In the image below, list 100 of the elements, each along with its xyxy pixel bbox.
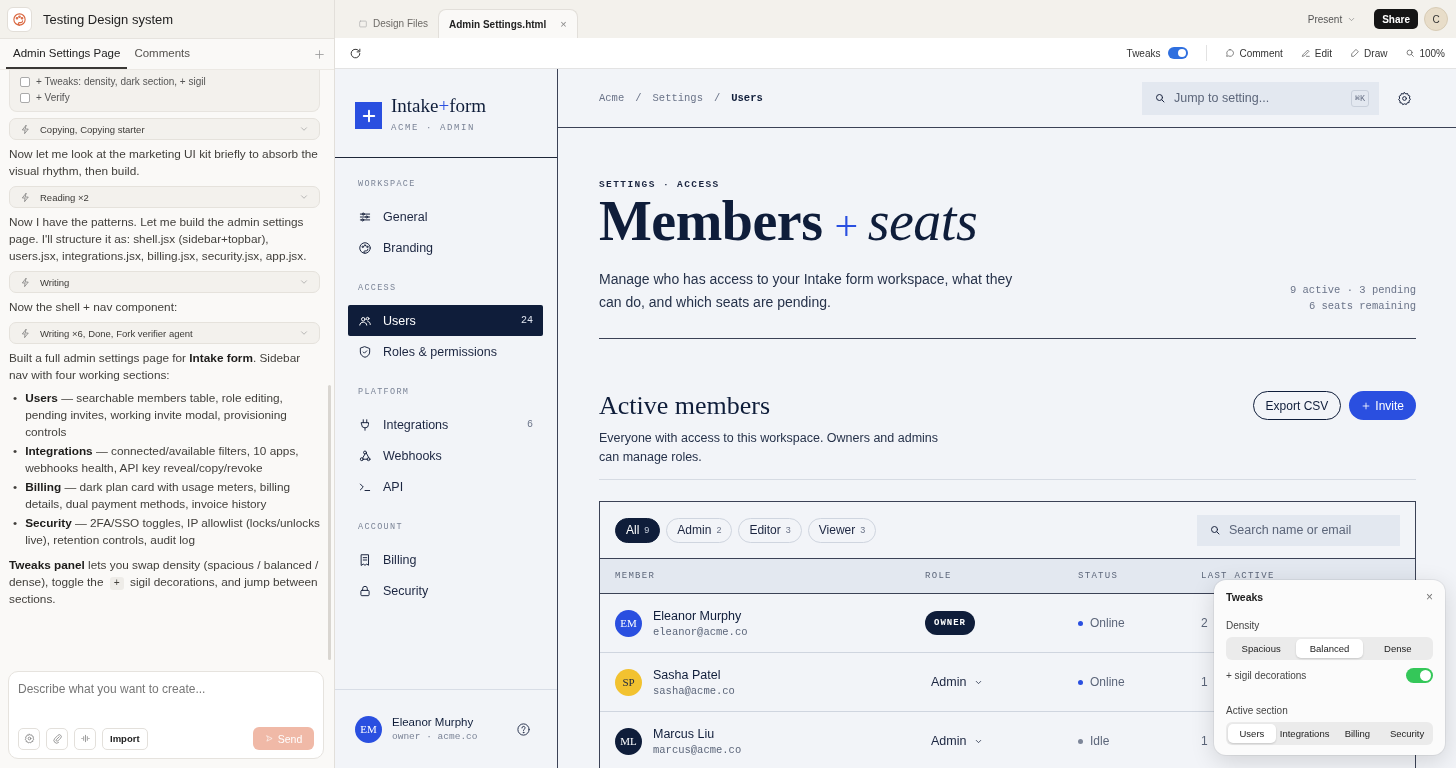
tool-step[interactable]: Copying, Copying starter [9,118,320,140]
toolbar-button[interactable]: Draw [1350,47,1388,59]
search-input[interactable]: Jump to setting... [1174,91,1343,105]
composer[interactable]: Describe what you want to create... Import Send [8,671,324,759]
member-avatar: EM [615,609,642,637]
invite-button[interactable]: Invite [1349,391,1416,420]
palette-icon [12,11,27,27]
message-text: Now the shell + nav component: [9,299,179,316]
chevron-down-icon [299,192,309,202]
toolbar-button[interactable]: Comment [1225,47,1283,59]
column-header: ROLE [925,571,952,581]
shortcut-hint: ⌘K [1350,89,1369,107]
page-description: Manage who has access to your Intake form workspace, what they can do, and which seats are pending. [599,270,1014,312]
toolbar-button[interactable]: Edit [1300,47,1333,59]
search-input[interactable]: Search name or email [1229,523,1388,537]
settings-icon [23,733,35,744]
attach-button[interactable] [46,727,68,750]
zoom-button[interactable]: 100% [1405,47,1445,59]
settings-button[interactable] [1397,90,1412,106]
checklist-item: + Verify [36,92,70,103]
bolt-icon [20,276,31,288]
user-name: Eleanor Murphy [392,716,475,728]
bolt-icon [20,191,31,203]
field-label: Active section [1226,705,1289,716]
present-button[interactable]: Present [1301,12,1363,26]
member-name: Sasha Patel [653,667,722,682]
section-title: Active members [599,391,772,421]
nav-section-title: ACCESS [358,283,398,293]
member-avatar: SP [615,668,642,696]
panel-title: Tweaks [1226,591,1264,603]
member-name: Eleanor Murphy [653,608,743,623]
share-button[interactable]: Share [1374,9,1418,29]
segment-option[interactable]: Billing [1333,724,1382,743]
role-select[interactable]: Admin [925,675,984,689]
file-tab[interactable]: Admin Settings.html × [438,9,578,38]
search-icon [1154,92,1166,104]
user-avatar: EM [355,715,382,743]
member-avatar: ML [615,727,642,755]
nav-item[interactable]: General [348,201,543,232]
segment-option[interactable]: Security [1383,724,1431,743]
voice-button[interactable] [74,727,96,750]
waveform-icon [79,733,91,744]
bullet-item: Users — searchable members table, role editing, pending invites, working invite modal, provisioning controls [25,390,288,441]
column-header: LAST ACTIVE [1201,571,1275,581]
help-icon [516,721,531,737]
nav-item[interactable]: Branding [348,232,543,263]
user-avatar[interactable]: C [1424,7,1448,31]
shield-icon [358,344,372,359]
seat-stats: 9 active · 3 pending [1289,283,1416,298]
segment-option[interactable]: Integrations [1277,724,1332,743]
member-email: marcus@acme.co [653,743,742,756]
file-tab[interactable]: Design Files [348,9,439,38]
chevron-down-icon [299,328,309,338]
tool-step[interactable]: Reading ×2 [9,186,320,208]
reload-button[interactable] [349,46,362,60]
nav-section-title: PLATFORM [358,387,411,397]
checkbox[interactable] [20,76,30,87]
panel-tab[interactable]: Comments [127,39,197,69]
search-field[interactable]: Jump to setting... ⌘K [1142,81,1379,115]
message-text: Now let me look at the marketing UI kit briefly to absorb the visual rhythm, then build. [9,146,319,180]
nav-item[interactable]: API [348,471,543,502]
bullet-marker: • [13,443,18,460]
nav-item[interactable]: Users 24 [348,305,543,336]
segment-option[interactable]: Balanced [1296,639,1363,658]
nav-section-title: ACCOUNT [358,522,404,532]
send-icon [264,734,274,743]
bullet-item: Billing — dark plan card with usage meters, billing details, dual payment methods, invoice history [25,479,292,513]
sliders-icon [358,209,372,224]
tool-step[interactable]: Writing [9,271,320,293]
segment-option[interactable]: Dense [1364,639,1431,658]
search-field[interactable]: Search name or email [1197,514,1400,546]
segment-option[interactable]: Spacious [1228,639,1295,658]
nav-item[interactable]: Security [348,575,543,606]
nav-item[interactable]: Billing [348,544,543,575]
segment-option[interactable]: Users [1228,724,1276,743]
help-button[interactable] [516,721,531,737]
role-select[interactable]: Admin [925,734,984,748]
breadcrumb-current: Users [731,92,763,104]
status-text: Idle [1090,734,1110,748]
breadcrumb-link[interactable]: Settings [652,92,703,104]
nav-item[interactable]: Roles & permissions [348,336,543,367]
member-name: Marcus Liu [653,726,716,741]
toggle-label: + sigil decorations [1226,670,1307,681]
toggle-switch[interactable] [1406,668,1433,683]
tool-step[interactable]: Writing ×6, Done, Fork verifier agent [9,322,320,344]
nav-item[interactable]: Integrations 6 [348,409,543,440]
bolt-icon [20,123,31,135]
close-button[interactable]: × [1426,590,1433,604]
eyebrow: SETTINGS · ACCESS [599,179,721,190]
member-email: eleanor@acme.co [653,625,748,638]
nav-item[interactable]: Webhooks [348,440,543,471]
bolt-icon [20,327,31,339]
prompt-field[interactable]: Describe what you want to create... [18,680,314,710]
import-button[interactable]: Import [102,727,148,750]
checkbox[interactable] [20,92,30,103]
brand-subtitle: ACME · ADMIN [391,123,476,133]
breadcrumb-link[interactable]: Acme [599,92,625,104]
tweaks-toggle[interactable] [1168,47,1189,59]
filter-chip[interactable]: All 9 [615,517,661,543]
message-text: Built a full admin settings page for Intake form. Sidebar nav with four working sections: [9,350,302,384]
